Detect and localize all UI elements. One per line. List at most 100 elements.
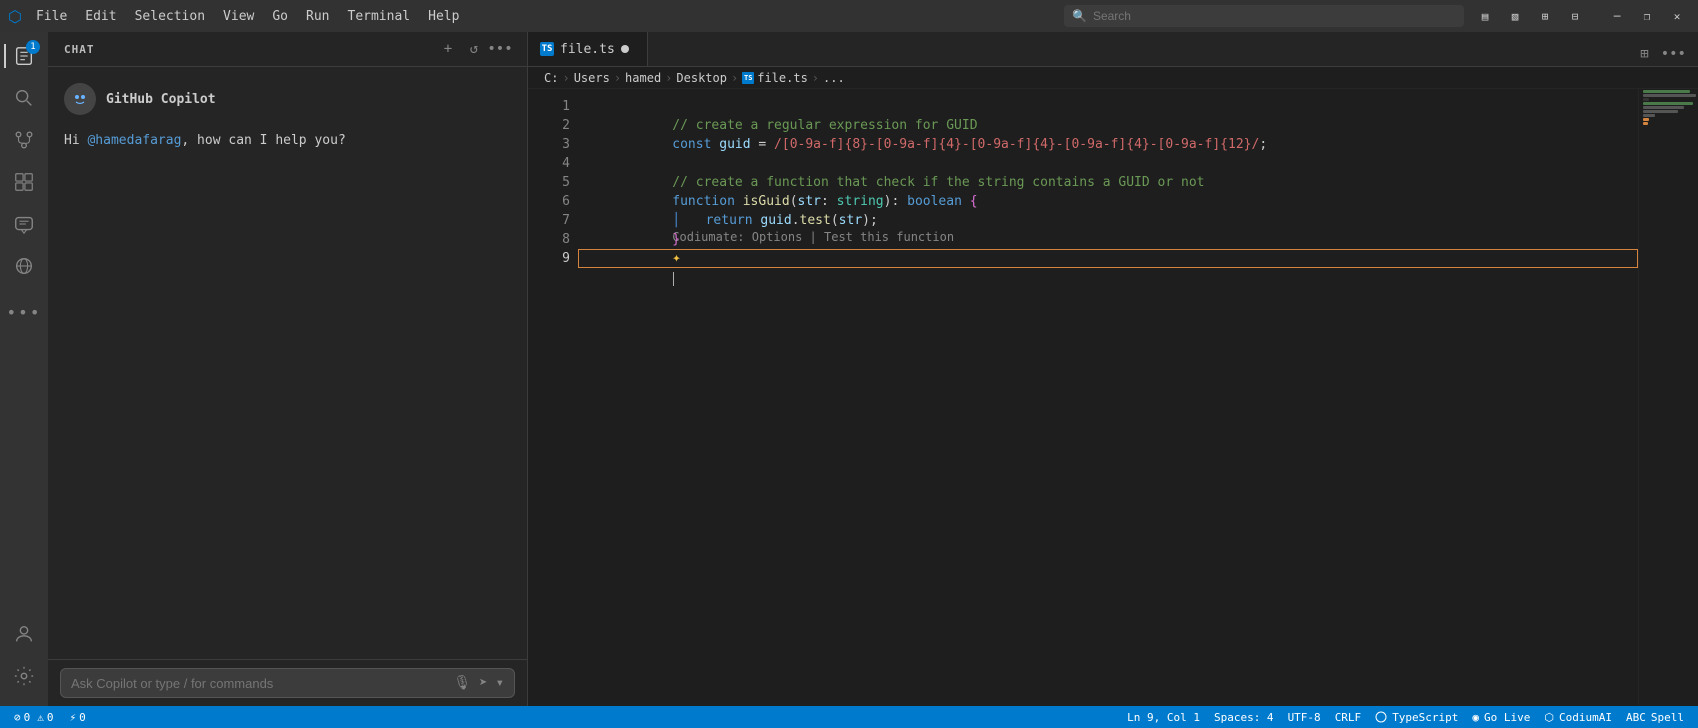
settings-icon[interactable] xyxy=(4,656,44,696)
breadcrumb-hamed[interactable]: hamed xyxy=(625,71,661,85)
remote-icon: ⚡ xyxy=(70,711,77,724)
activity-search-icon[interactable] xyxy=(4,78,44,118)
copilot-name: GitHub Copilot xyxy=(106,92,216,107)
layout-btn-1[interactable]: ▤ xyxy=(1472,6,1498,26)
search-bar[interactable]: 🔍 xyxy=(1064,5,1464,27)
microphone-icon[interactable]: 🎙 xyxy=(453,675,471,691)
chat-input[interactable] xyxy=(71,676,445,691)
line-num-7: 7 xyxy=(528,211,570,230)
code-line-4: // create a function that check if the s… xyxy=(594,154,1638,173)
breadcrumb-desktop[interactable]: Desktop xyxy=(676,71,727,85)
breadcrumb-users[interactable]: Users xyxy=(574,71,610,85)
menu-help[interactable]: Help xyxy=(420,7,467,26)
menu-selection[interactable]: Selection xyxy=(127,7,213,26)
code-line-9 xyxy=(578,249,1638,268)
line-num-2: 2 xyxy=(528,116,570,135)
copilot-header: GitHub Copilot xyxy=(64,83,511,115)
chat-input-area: 🎙 ➤ ▾ xyxy=(48,659,527,706)
title-bar: ⬡ File Edit Selection View Go Run Termin… xyxy=(0,0,1698,32)
chat-input-container[interactable]: 🎙 ➤ ▾ xyxy=(60,668,515,698)
go-live-button[interactable]: ◉ Go Live xyxy=(1466,711,1536,724)
code-line-5: function isGuid(str: string): boolean { xyxy=(594,173,1638,192)
status-position[interactable]: Ln 9, Col 1 xyxy=(1121,711,1206,724)
error-icon: ⊘ xyxy=(14,711,21,724)
search-icon: 🔍 xyxy=(1072,9,1087,23)
error-count: 0 xyxy=(24,711,31,724)
tab-bar: TS file.ts ⊞ ••• xyxy=(528,32,1698,67)
line-num-6: 6 xyxy=(528,192,570,211)
chat-area: GitHub Copilot Hi @hamedafarag, how can … xyxy=(48,67,527,659)
menu-terminal[interactable]: Terminal xyxy=(340,7,419,26)
tab-split-area: ⊞ ••• xyxy=(1636,42,1690,66)
close-button[interactable]: ✕ xyxy=(1664,6,1690,26)
status-bar: ⊘ 0 ⚠ 0 ⚡ 0 Ln 9, Col 1 Spaces: 4 UTF-8 … xyxy=(0,706,1698,728)
line-num-4: 4 xyxy=(528,154,570,173)
activity-source-control-icon[interactable] xyxy=(4,120,44,160)
activity-copilot-icon[interactable] xyxy=(4,204,44,244)
line-numbers: 1 2 3 4 5 6 7 8 9 xyxy=(528,89,578,706)
breadcrumb-c[interactable]: C: xyxy=(544,71,558,85)
activity-more-icon[interactable]: ••• xyxy=(4,292,44,332)
code-line-6: │ return guid.test(str); xyxy=(594,192,1638,211)
maximize-button[interactable]: ❐ xyxy=(1634,6,1660,26)
editor-area: TS file.ts ⊞ ••• C: › Users › hamed › De… xyxy=(528,32,1698,706)
chat-panel-header: CHAT + ↺ ••• xyxy=(48,32,527,67)
sidebar-actions: + ↺ ••• xyxy=(437,38,511,60)
activity-explorer-icon[interactable]: 1 xyxy=(4,36,44,76)
breadcrumb: C: › Users › hamed › Desktop › TS file.t… xyxy=(528,67,1698,89)
main-layout: 1 xyxy=(0,32,1698,706)
status-remote[interactable]: ⚡ 0 xyxy=(64,706,92,728)
chat-history-button[interactable]: ↺ xyxy=(463,38,485,60)
menu-go[interactable]: Go xyxy=(264,7,296,26)
codiumai-button[interactable]: ⬡ CodiumAI xyxy=(1538,711,1618,724)
chat-more-button[interactable]: ••• xyxy=(489,38,511,60)
copilot-avatar xyxy=(64,83,96,115)
code-line-2: const guid = /[0-9a-f]{8}-[0-9a-f]{4}-[0… xyxy=(594,116,1638,135)
code-content[interactable]: // create a regular expression for GUID … xyxy=(578,89,1638,706)
new-chat-button[interactable]: + xyxy=(437,38,459,60)
status-line-ending[interactable]: CRLF xyxy=(1329,711,1368,724)
code-line-8: ✦ xyxy=(594,230,1638,249)
line-num-9: 9 xyxy=(528,249,570,268)
tab-more-button[interactable]: ••• xyxy=(1657,42,1690,66)
menu-view[interactable]: View xyxy=(215,7,262,26)
status-spaces[interactable]: Spaces: 4 xyxy=(1208,711,1280,724)
menu-file[interactable]: File xyxy=(28,7,75,26)
code-line-1: // create a regular expression for GUID xyxy=(594,97,1638,116)
menu-edit[interactable]: Edit xyxy=(77,7,124,26)
send-button[interactable]: ➤ xyxy=(479,675,487,691)
minimize-button[interactable]: ─ xyxy=(1604,6,1630,26)
breadcrumb-more[interactable]: ... xyxy=(823,71,845,85)
chat-panel: CHAT + ↺ ••• GitHub Copilot xyxy=(48,32,528,706)
global-search-input[interactable] xyxy=(1093,9,1456,23)
go-live-icon: ◉ xyxy=(1472,711,1479,724)
activity-remote-icon[interactable] xyxy=(4,246,44,286)
layout-btn-3[interactable]: ⊞ xyxy=(1532,6,1558,26)
code-editor[interactable]: 1 2 3 4 5 6 7 8 9 // create a regular ex… xyxy=(528,89,1698,706)
send-dropdown-icon[interactable]: ▾ xyxy=(496,675,504,691)
vscode-logo-icon: ⬡ xyxy=(8,7,22,26)
spellcheck-button[interactable]: ABC Spell xyxy=(1620,711,1690,724)
line-num-8: 8 xyxy=(528,230,570,249)
breadcrumb-file-ts[interactable]: TS file.ts xyxy=(742,71,808,85)
activity-extensions-icon[interactable] xyxy=(4,162,44,202)
status-errors[interactable]: ⊘ 0 ⚠ 0 xyxy=(8,706,60,728)
codiumai-icon: ⬡ xyxy=(1544,711,1554,724)
status-encoding[interactable]: UTF-8 xyxy=(1282,711,1327,724)
breadcrumb-ts-icon: TS xyxy=(742,72,754,84)
activity-badge: 1 xyxy=(26,40,40,54)
account-icon[interactable] xyxy=(4,614,44,654)
menu-bar: File Edit Selection View Go Run Terminal… xyxy=(28,7,1064,26)
status-language[interactable]: TypeScript xyxy=(1369,711,1464,724)
ts-file-icon: TS xyxy=(540,42,554,56)
status-right: Ln 9, Col 1 Spaces: 4 UTF-8 CRLF TypeScr… xyxy=(1121,711,1690,724)
tab-file-ts[interactable]: TS file.ts xyxy=(528,32,648,66)
layout-btn-2[interactable]: ▧ xyxy=(1502,6,1528,26)
tab-modified-indicator xyxy=(621,45,629,53)
code-line-3 xyxy=(594,135,1638,154)
layout-btn-4[interactable]: ⊟ xyxy=(1562,6,1588,26)
menu-run[interactable]: Run xyxy=(298,7,337,26)
split-editor-button[interactable]: ⊞ xyxy=(1636,42,1652,66)
tab-label: file.ts xyxy=(560,42,615,57)
code-line-7: } xyxy=(594,211,1638,230)
